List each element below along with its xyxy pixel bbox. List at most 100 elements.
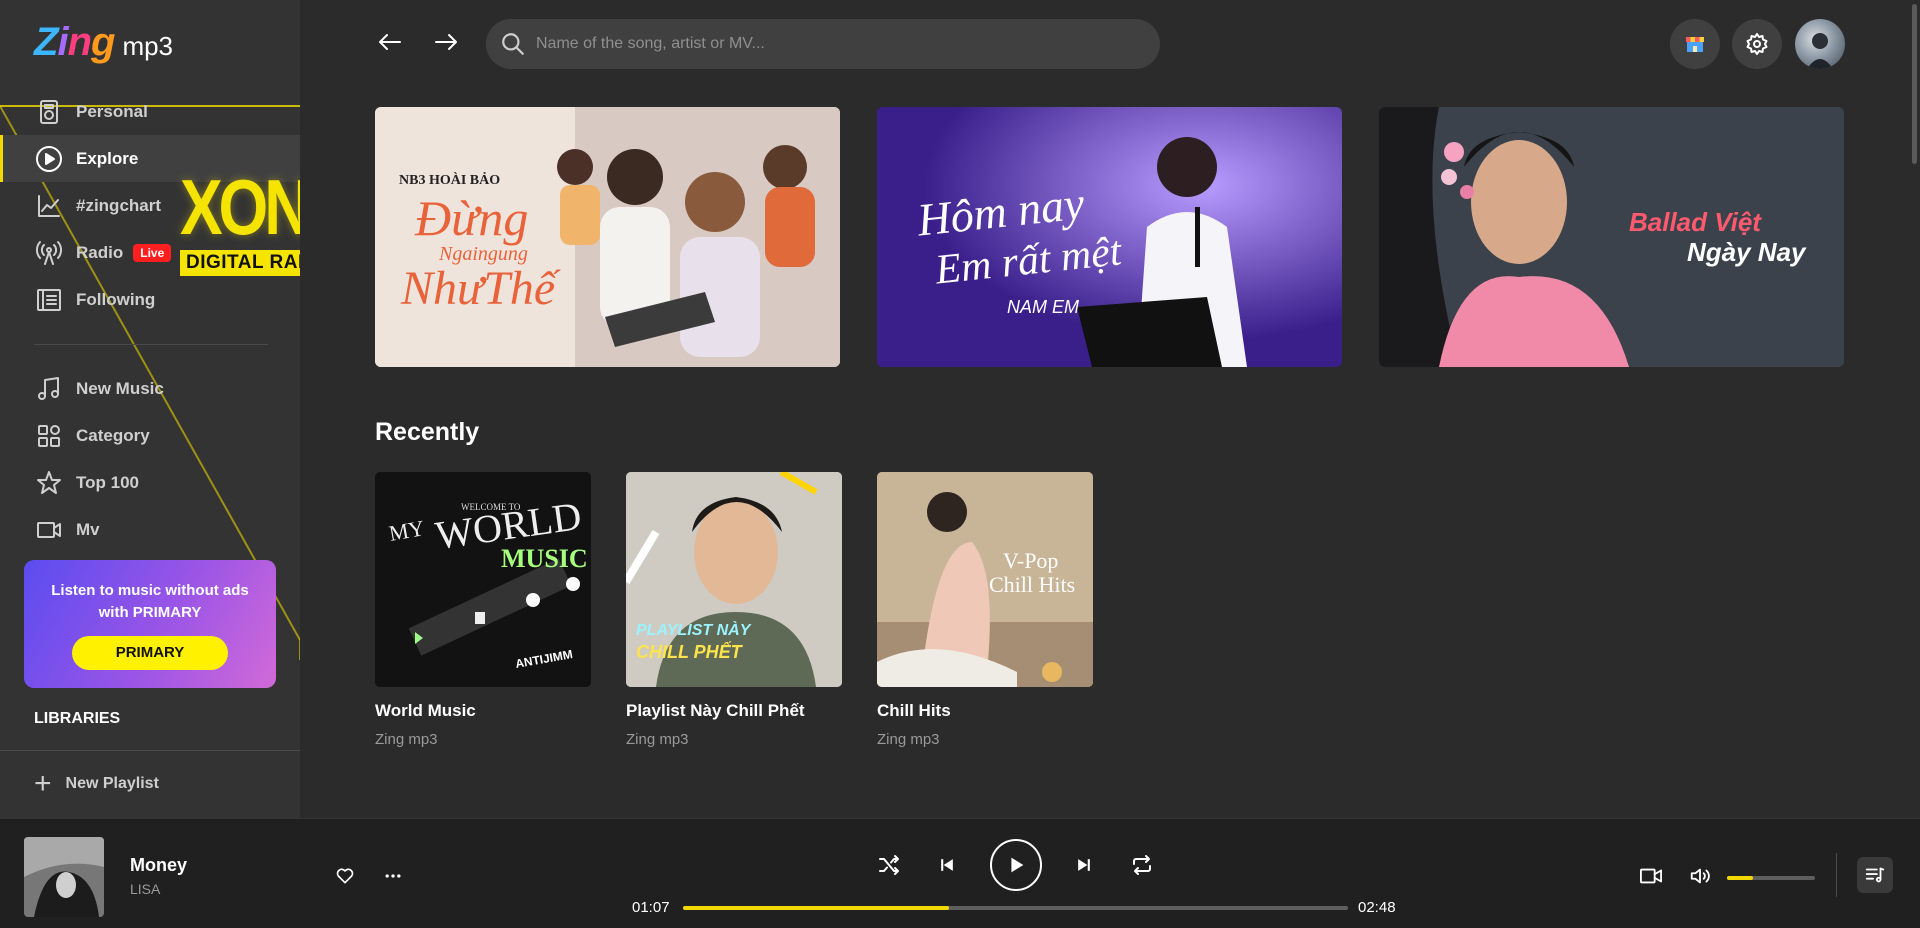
sidebar-item-label: #zingchart	[76, 195, 162, 215]
volume-icon	[1690, 868, 1710, 884]
radio-device-icon	[34, 97, 64, 127]
new-playlist-button[interactable]: + New Playlist	[34, 767, 159, 800]
player-divider	[1836, 853, 1837, 897]
logo-mp3-text: mp3	[122, 31, 174, 61]
shuffle-icon	[879, 855, 899, 875]
sidebar-item-mv[interactable]: Mv	[0, 506, 300, 553]
track-art	[24, 837, 104, 917]
sidebar-item-new-music[interactable]: New Music	[0, 365, 300, 412]
shuffle-button[interactable]	[875, 851, 903, 879]
sidebar: Zing mp3 Personal Explore #zingchart Rad…	[0, 0, 300, 818]
play-circle-icon	[34, 144, 64, 174]
playlist-title[interactable]: Chill Hits	[877, 701, 1093, 721]
track-thumbnail[interactable]	[24, 837, 104, 917]
store-icon	[1686, 37, 1704, 52]
track-title[interactable]: Money	[130, 855, 187, 876]
playlist-card-chill-hits[interactable]: V-Pop Chill Hits Chill Hits Zing mp3	[877, 472, 1093, 748]
sidebar-nav-secondary: New Music Category Top 100 Mv	[0, 365, 300, 553]
banner-dung-ngaingung[interactable]: NB3 HOÀI BẢO Đừng Ngaingung NhưThế	[375, 107, 840, 367]
avatar-image	[1807, 33, 1833, 69]
playlist-thumb[interactable]: V-Pop Chill Hits	[877, 472, 1093, 687]
playlist-card-world-music[interactable]: WELCOME TO MY WORLD MUSIC ANTIJIMM World…	[375, 472, 591, 748]
progress-bar[interactable]	[683, 906, 1348, 910]
settings-button[interactable]	[1732, 19, 1782, 69]
playlist-queue-button[interactable]	[1857, 857, 1893, 893]
previous-button[interactable]	[933, 851, 961, 879]
banner-2-artist: NAM EM	[1007, 297, 1079, 317]
sidebar-item-label: Top 100	[76, 472, 139, 492]
like-button[interactable]	[332, 863, 358, 889]
live-badge: Live	[133, 243, 172, 262]
playlist-thumb[interactable]: WELCOME TO MY WORLD MUSIC ANTIJIMM	[375, 472, 591, 687]
news-icon	[34, 285, 64, 315]
playlist-card-chill-phet[interactable]: PLAYLIST NÀY CHILL PHẾT Playlist Này Chi…	[626, 472, 842, 748]
banner-3-line2: Ngày Nay	[1687, 237, 1806, 267]
sidebar-item-label: Radio	[76, 242, 124, 262]
arrow-right-icon	[435, 34, 457, 50]
banner-hom-nay-em-rat-met[interactable]: Hôm nay Em rất mệt NAM EM	[877, 107, 1342, 367]
playlist-thumb[interactable]: PLAYLIST NÀY CHILL PHẾT	[626, 472, 842, 687]
mv-button[interactable]	[1636, 863, 1666, 889]
play-icon	[1011, 857, 1024, 873]
arrow-left-icon	[379, 34, 401, 50]
user-avatar[interactable]	[1795, 19, 1845, 69]
sidebar-item-label: Mv	[76, 519, 100, 539]
search-bar[interactable]	[486, 19, 1160, 69]
gear-icon	[1746, 33, 1768, 55]
recently-heading: Recently	[375, 418, 480, 446]
main-scrollbar[interactable]	[1912, 4, 1917, 164]
total-time: 02:48	[1358, 899, 1396, 916]
sidebar-item-top-100[interactable]: Top 100	[0, 459, 300, 506]
art-line2: CHILL PHẾT	[636, 642, 742, 662]
store-button[interactable]	[1670, 19, 1720, 69]
music-note-icon	[34, 374, 64, 404]
plus-icon: +	[34, 767, 52, 800]
sidebar-item-label: Explore	[76, 148, 139, 168]
xone-title: XONE	[180, 163, 300, 251]
forward-button[interactable]	[428, 24, 464, 60]
primary-upgrade-button[interactable]: PRIMARY	[72, 636, 228, 670]
art-line1: V-Pop	[1003, 548, 1059, 573]
promo-text: Listen to music without ads with PRIMARY	[51, 582, 249, 621]
search-input[interactable]	[536, 35, 1116, 53]
libraries-divider	[0, 750, 300, 751]
playlist-title[interactable]: Playlist Này Chill Phết	[626, 701, 842, 721]
back-button[interactable]	[372, 24, 408, 60]
sidebar-item-label: Personal	[76, 101, 148, 121]
repeat-icon	[1133, 855, 1151, 875]
app-logo[interactable]: Zing mp3	[34, 20, 173, 65]
playlist-title[interactable]: World Music	[375, 701, 591, 721]
sidebar-item-category[interactable]: Category	[0, 412, 300, 459]
play-pause-button[interactable]	[990, 839, 1042, 891]
skip-next-icon	[1078, 859, 1090, 871]
broadcast-icon	[34, 238, 64, 268]
track-artist[interactable]: LISA	[130, 881, 160, 897]
sidebar-item-label: Following	[76, 289, 156, 309]
player-bar: Money LISA 01:07 02:48	[0, 818, 1920, 928]
queue-music-icon	[1865, 867, 1885, 883]
search-icon	[502, 33, 524, 55]
volume-slider[interactable]	[1727, 876, 1815, 880]
repeat-button[interactable]	[1128, 851, 1156, 879]
banner-1-tag: NB3 HOÀI BẢO	[399, 173, 501, 188]
heart-icon	[336, 868, 354, 884]
sidebar-item-personal[interactable]: Personal	[0, 88, 300, 135]
playlist-subtitle: Zing mp3	[626, 731, 689, 748]
xone-digital-radio-badge[interactable]: XONE DIGITAL RADIO	[180, 168, 300, 288]
art-line1: PLAYLIST NÀY	[636, 622, 751, 639]
grid-icon	[34, 421, 64, 451]
volume-button[interactable]	[1686, 863, 1714, 889]
banner-ballad-viet[interactable]: Ballad Việt Ngày Nay	[1379, 107, 1844, 367]
current-time: 01:07	[632, 899, 670, 916]
sidebar-item-label: Category	[76, 425, 150, 445]
art-line2: Chill Hits	[989, 572, 1076, 597]
sidebar-divider	[34, 344, 268, 345]
next-button[interactable]	[1070, 851, 1098, 879]
sidebar-item-label: New Music	[76, 378, 164, 398]
skip-previous-icon	[941, 859, 953, 871]
banner-1-line1: Đừng	[415, 190, 529, 246]
more-options-button[interactable]	[380, 863, 406, 889]
xone-subtitle: DIGITAL RADIO	[180, 250, 300, 276]
banner-3-line1: Ballad Việt	[1629, 207, 1761, 237]
art-line3: MUSIC	[501, 544, 588, 573]
